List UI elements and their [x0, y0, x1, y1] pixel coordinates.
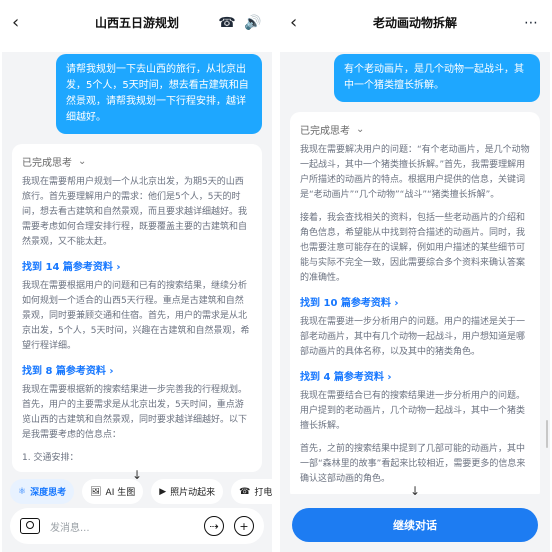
right-think-label: 已完成思考	[300, 126, 350, 137]
chevron-down-icon: ⌄	[356, 124, 365, 135]
tab-label-call: 打电话	[254, 488, 272, 498]
tab-deep-thinking[interactable]: ⚛ 深度思考	[10, 479, 75, 504]
phone-icon[interactable]: ☎	[218, 14, 236, 32]
right-top-actions: ⋯	[522, 14, 540, 32]
left-found-1-label: 找到 14 篇参考资料	[22, 262, 113, 273]
left-thinking-card: 已完成思考 ⌄ 我现在需要帮用户规划一个从北京出发，为期5天的山西旅行。首先要理…	[12, 144, 262, 472]
image-icon: 🖼	[90, 486, 102, 497]
scroll-down-icon[interactable]: ↓	[410, 484, 420, 498]
continue-chat-label: 继续对话	[393, 519, 437, 532]
right-think-para-2: 接着，我会查找相关的资料，包括一些老动画片的介绍和角色信息，希望能从中找到符合描…	[300, 213, 526, 283]
left-think-para-3: 我现在需要根据新的搜索结果进一步完善我的行程规划。首先，用户的主要需求是从北京出…	[22, 385, 248, 440]
left-top-bar: ‹ 山西五日游规划 ☎ 🔊	[2, 0, 272, 52]
tab-label-deep-thinking: 深度思考	[30, 488, 67, 498]
tab-ai-image[interactable]: 🖼 AI 生图	[82, 479, 144, 504]
phone-icon: ☎	[239, 486, 251, 497]
left-think-para-2: 我现在需要根据用户的问题和已有的搜索结果，继续分析如何规划一个适合的山西5天行程…	[22, 281, 250, 351]
right-thinking-card: 已完成思考 ⌄ 我现在需要解决用户的问题：“有个老动画片，是几个动物一起战斗，其…	[290, 112, 540, 494]
tab-call[interactable]: ☎ 打电话	[231, 479, 272, 504]
scrollbar[interactable]	[546, 420, 548, 448]
play-icon: ▶	[159, 486, 167, 497]
right-user-message: 有个老动画片，是几个动物一起战斗，其中一个猪类擅长拆解。	[334, 54, 540, 102]
more-icon[interactable]: ⋯	[522, 14, 540, 32]
right-chat-title: 老动画动物拆解	[372, 16, 457, 30]
right-reference-link-2[interactable]: 找到 4 篇参考资料 ›	[300, 368, 530, 383]
left-think-header[interactable]: 已完成思考 ⌄	[22, 154, 252, 169]
left-think-label: 已完成思考	[22, 158, 72, 169]
left-think-para-1: 我现在需要帮用户规划一个从北京出发，为期5天的山西旅行。首先要理解用户的需求：他…	[22, 177, 248, 247]
camera-icon[interactable]	[20, 518, 40, 534]
right-think-para-4: 我现在需要结合已有的搜索结果进一步分析用户的问题。用户提到的老动画片，几个动物一…	[300, 391, 526, 431]
left-user-message: 请帮我规划一下去山西的旅行，从北京出发，5个人，5天时间，想去看古建筑和自然景观…	[56, 54, 262, 134]
tab-animate-photo[interactable]: ▶ 照片动起来	[151, 479, 224, 504]
chevron-right-icon: ›	[109, 366, 114, 377]
chevron-right-icon: ›	[394, 298, 399, 309]
message-input[interactable]: 发消息...	[50, 519, 194, 534]
right-think-para-3: 我现在需要进一步分析用户的问题。用户的描述是关于一部老动画片，其中有几个动物一起…	[300, 317, 526, 357]
tab-label-ai-image: AI 生图	[105, 488, 136, 498]
voice-icon[interactable]: ⇢	[204, 516, 224, 536]
right-think-para-5: 首先，之前的搜索结果中提到了几部可能的动画片，其中一部“森林里的故事”看起来比较…	[300, 444, 526, 484]
right-top-bar: ‹ 老动画动物拆解 ⋯	[280, 0, 550, 52]
speaker-icon[interactable]: 🔊	[244, 14, 262, 32]
left-input-bar: 发消息... ⇢ +	[10, 508, 264, 544]
left-feature-tabs: ⚛ 深度思考 🖼 AI 生图 ▶ 照片动起来 ☎ 打电话	[10, 479, 272, 504]
right-think-para-1: 我现在需要解决用户的问题：“有个老动画片，是几个动物一起战斗，其中一个猪类擅长拆…	[300, 145, 530, 200]
tab-label-animate-photo: 照片动起来	[170, 488, 216, 498]
right-found-2-label: 找到 4 篇参考资料	[300, 372, 384, 383]
right-reference-link-1[interactable]: 找到 10 篇参考资料 ›	[300, 294, 530, 309]
left-reference-link-2[interactable]: 找到 8 篇参考资料 ›	[22, 362, 252, 377]
chevron-right-icon: ›	[387, 372, 392, 383]
right-message-list: 有个老动画片，是几个动物一起战斗，其中一个猪类擅长拆解。 已完成思考 ⌄ 我现在…	[290, 54, 540, 494]
left-found-2-label: 找到 8 篇参考资料	[22, 366, 106, 377]
right-think-header[interactable]: 已完成思考 ⌄	[300, 122, 530, 137]
continue-chat-button[interactable]: 继续对话	[292, 508, 538, 542]
left-list-item: 1. 交通安排：	[22, 453, 79, 463]
add-icon[interactable]: +	[234, 516, 254, 536]
brain-icon: ⚛	[18, 486, 27, 497]
chevron-right-icon: ›	[116, 262, 121, 273]
left-chat-panel: ‹ 山西五日游规划 ☎ 🔊 请帮我规划一下去山西的旅行，从北京出发，5个人，5天…	[2, 0, 272, 552]
right-found-1-label: 找到 10 篇参考资料	[300, 298, 391, 309]
chevron-down-icon: ⌄	[78, 156, 87, 167]
left-reference-link-1[interactable]: 找到 14 篇参考资料 ›	[22, 258, 252, 273]
left-top-actions: ☎ 🔊	[218, 14, 262, 32]
left-message-list: 请帮我规划一下去山西的旅行，从北京出发，5个人，5天时间，想去看古建筑和自然景观…	[12, 54, 262, 494]
right-chat-panel: ‹ 老动画动物拆解 ⋯ 有个老动画片，是几个动物一起战斗，其中一个猪类擅长拆解。…	[280, 0, 550, 552]
